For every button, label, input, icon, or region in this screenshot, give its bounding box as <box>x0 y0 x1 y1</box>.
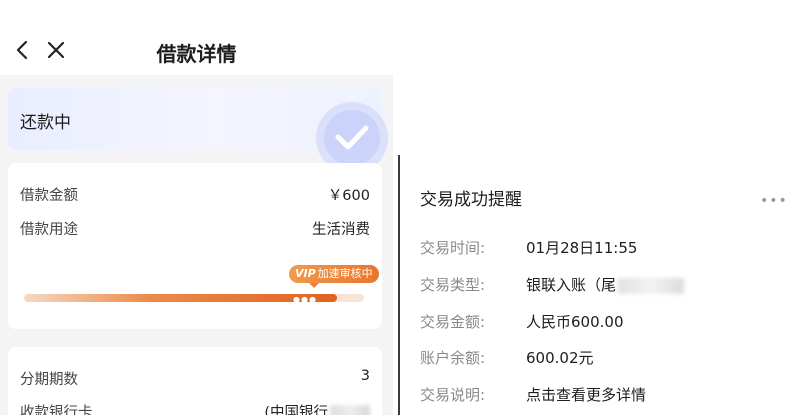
transaction-amount-label: 交易金额: <box>420 313 486 331</box>
transaction-type-text: 银联入账（尾 <box>526 276 617 294</box>
loan-amount-label: 借款金额 <box>20 188 78 204</box>
transaction-type-value: 银联入账（尾 <box>526 274 685 295</box>
installment-card: 分期期数 3 收款银行卡 (中国银行 <box>8 347 382 415</box>
bank-card-value: (中国银行 <box>264 401 370 415</box>
top-navigation-bar: 借款详情 <box>0 0 393 75</box>
periods-label: 分期期数 <box>20 372 78 388</box>
loan-amount-value: ￥600 <box>327 188 370 204</box>
sms-notification: 交易成功提醒 ••• 交易时间: 01月28日11:55 交易类型: 银联入账（… <box>398 155 795 415</box>
bank-card-label: 收款银行卡 <box>20 405 93 415</box>
vip-review-badge: VIP 加速审核中 <box>289 265 379 288</box>
transaction-amount-value: 人民币600.00 <box>526 313 624 331</box>
progress-dots-icon: ●●● <box>293 295 317 304</box>
loan-info-card: 借款金额 ￥600 借款用途 生活消费 VIP 加速审核中 ●●● <box>8 163 382 329</box>
view-details-link[interactable]: 点击查看更多详情 <box>526 384 646 405</box>
loan-purpose-label: 借款用途 <box>20 222 78 238</box>
account-balance-value: 600.02元 <box>526 349 594 367</box>
transaction-time-label: 交易时间: <box>420 239 486 257</box>
blurred-account-number <box>618 277 685 294</box>
transaction-type-label: 交易类型: <box>420 276 486 294</box>
page-title: 借款详情 <box>156 42 237 66</box>
review-progress-fill <box>24 294 337 302</box>
vip-label: VIP <box>295 267 316 280</box>
loan-detail-screen: 借款详情 还款中 借款金额 ￥600 借款用途 生活消费 VIP 加速审核中 ●●… <box>0 0 393 415</box>
account-balance-label: 账户余额: <box>420 349 486 367</box>
transaction-time-value: 01月28日11:55 <box>526 239 638 257</box>
loan-purpose-value: 生活消费 <box>312 222 370 238</box>
review-status-label: 加速审核中 <box>317 267 373 280</box>
transaction-description-label: 交易说明: <box>420 386 486 404</box>
loan-status-text: 还款中 <box>20 113 71 133</box>
more-options-icon[interactable]: ••• <box>760 193 788 209</box>
periods-value: 3 <box>360 368 370 384</box>
bank-name-text: (中国银行 <box>264 405 328 415</box>
notification-title: 交易成功提醒 <box>420 190 522 210</box>
blurred-card-number <box>330 405 370 415</box>
